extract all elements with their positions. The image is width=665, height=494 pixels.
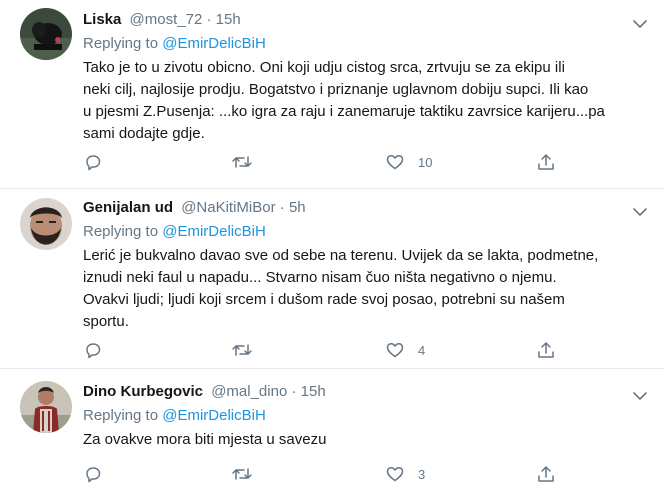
tweet-header: Dino Kurbegovic @mal_dino · 15h xyxy=(83,382,655,402)
tweet-header: Liska @most_72 · 15h xyxy=(83,10,655,30)
like-count: 10 xyxy=(418,154,433,170)
tweet-text-line: iznudi neki faul u napadu... Stvarno nis… xyxy=(83,269,557,286)
display-name[interactable]: Liska xyxy=(83,11,121,28)
share-icon xyxy=(538,466,554,482)
replying-to-label: Replying to xyxy=(83,407,159,424)
tweet-text-line: Tako je to u zivotu obicno. Oni koji udj… xyxy=(83,59,565,76)
retweet-icon xyxy=(232,156,252,168)
mention-link[interactable]: @EmirDelicBiH xyxy=(162,35,266,52)
tweet-text-line: Lerić je bukvalno davao sve od sebe na t… xyxy=(83,247,599,264)
like-button[interactable]: 4 xyxy=(385,338,425,362)
tweet-header: Genijalan ud @NaKitiMiBor · 5h xyxy=(83,198,655,218)
like-button[interactable]: 3 xyxy=(385,462,425,486)
share-button[interactable] xyxy=(536,338,556,362)
replying-to-label: Replying to xyxy=(83,223,159,240)
share-button[interactable] xyxy=(536,462,556,486)
reply-button[interactable] xyxy=(83,462,103,486)
tweet-actions: 4 xyxy=(83,338,645,362)
share-button[interactable] xyxy=(536,150,556,174)
tweet-text-line: u pjesmi Z.Pusenja: ...ko igra za raju i… xyxy=(83,103,605,120)
replying-to: Replying to @EmirDelicBiH xyxy=(83,222,266,242)
retweet-button[interactable] xyxy=(231,150,253,174)
share-icon xyxy=(538,154,554,170)
retweet-button[interactable] xyxy=(231,462,253,486)
display-name[interactable]: Dino Kurbegovic xyxy=(83,383,203,400)
tweet-text: Lerić je bukvalno davao sve od sebe na t… xyxy=(83,245,648,333)
separator: · xyxy=(202,11,216,28)
replying-to: Replying to @EmirDelicBiH xyxy=(83,406,266,426)
separator: · xyxy=(275,199,289,216)
tweet-text: Za ovakve mora biti mjesta u savezu xyxy=(83,429,648,451)
timestamp[interactable]: 5h xyxy=(289,199,306,216)
share-icon xyxy=(538,342,554,358)
like-icon xyxy=(386,466,404,482)
reply-button[interactable] xyxy=(83,338,103,362)
avatar[interactable] xyxy=(20,198,72,250)
chevron-down-icon[interactable] xyxy=(633,204,647,222)
timestamp[interactable]: 15h xyxy=(216,11,241,28)
tweet-text-line: Ovakvi ljudi; ljudi koji srcem i dušom r… xyxy=(83,291,565,308)
reply-icon xyxy=(86,343,101,359)
tweet-text-line: neki cilj, najlosije prodju. Bogatstvo i… xyxy=(83,81,589,98)
user-handle[interactable]: @NaKitiMiBor xyxy=(181,199,275,216)
tweet[interactable]: Liska @most_72 · 15h Replying to @EmirDe… xyxy=(0,0,665,189)
tweet-text: Tako je to u zivotu obicno. Oni koji udj… xyxy=(83,57,648,145)
like-count: 4 xyxy=(418,342,426,358)
like-icon xyxy=(386,154,404,170)
chevron-down-icon[interactable] xyxy=(633,388,647,406)
tweet-text-line: sportu. xyxy=(83,313,129,330)
like-count: 3 xyxy=(418,466,426,482)
tweet[interactable]: Dino Kurbegovic @mal_dino · 15h Replying… xyxy=(0,368,665,494)
avatar[interactable] xyxy=(20,8,72,60)
retweet-icon xyxy=(232,468,252,480)
reply-button[interactable] xyxy=(83,150,103,174)
tweet[interactable]: Genijalan ud @NaKitiMiBor · 5h Replying … xyxy=(0,188,665,369)
user-handle[interactable]: @most_72 xyxy=(130,11,203,28)
separator: · xyxy=(287,383,301,400)
tweet-actions: 10 xyxy=(83,150,645,174)
tweet-text-line: Za ovakve mora biti mjesta u savezu xyxy=(83,431,327,448)
like-icon xyxy=(386,342,404,358)
mention-link[interactable]: @EmirDelicBiH xyxy=(162,407,266,424)
reply-icon xyxy=(86,467,101,483)
like-button[interactable]: 10 xyxy=(385,150,432,174)
reply-icon xyxy=(86,155,101,171)
timestamp[interactable]: 15h xyxy=(301,383,326,400)
chevron-down-icon[interactable] xyxy=(633,16,647,34)
retweet-button[interactable] xyxy=(231,338,253,362)
display-name[interactable]: Genijalan ud xyxy=(83,199,173,216)
replying-to-label: Replying to xyxy=(83,35,159,52)
avatar[interactable] xyxy=(20,381,72,433)
tweet-text-line: sami dodajte gdje. xyxy=(83,125,205,142)
mention-link[interactable]: @EmirDelicBiH xyxy=(162,223,266,240)
retweet-icon xyxy=(232,344,252,356)
tweet-actions: 3 xyxy=(83,462,645,486)
replying-to: Replying to @EmirDelicBiH xyxy=(83,34,266,54)
user-handle[interactable]: @mal_dino xyxy=(211,383,287,400)
